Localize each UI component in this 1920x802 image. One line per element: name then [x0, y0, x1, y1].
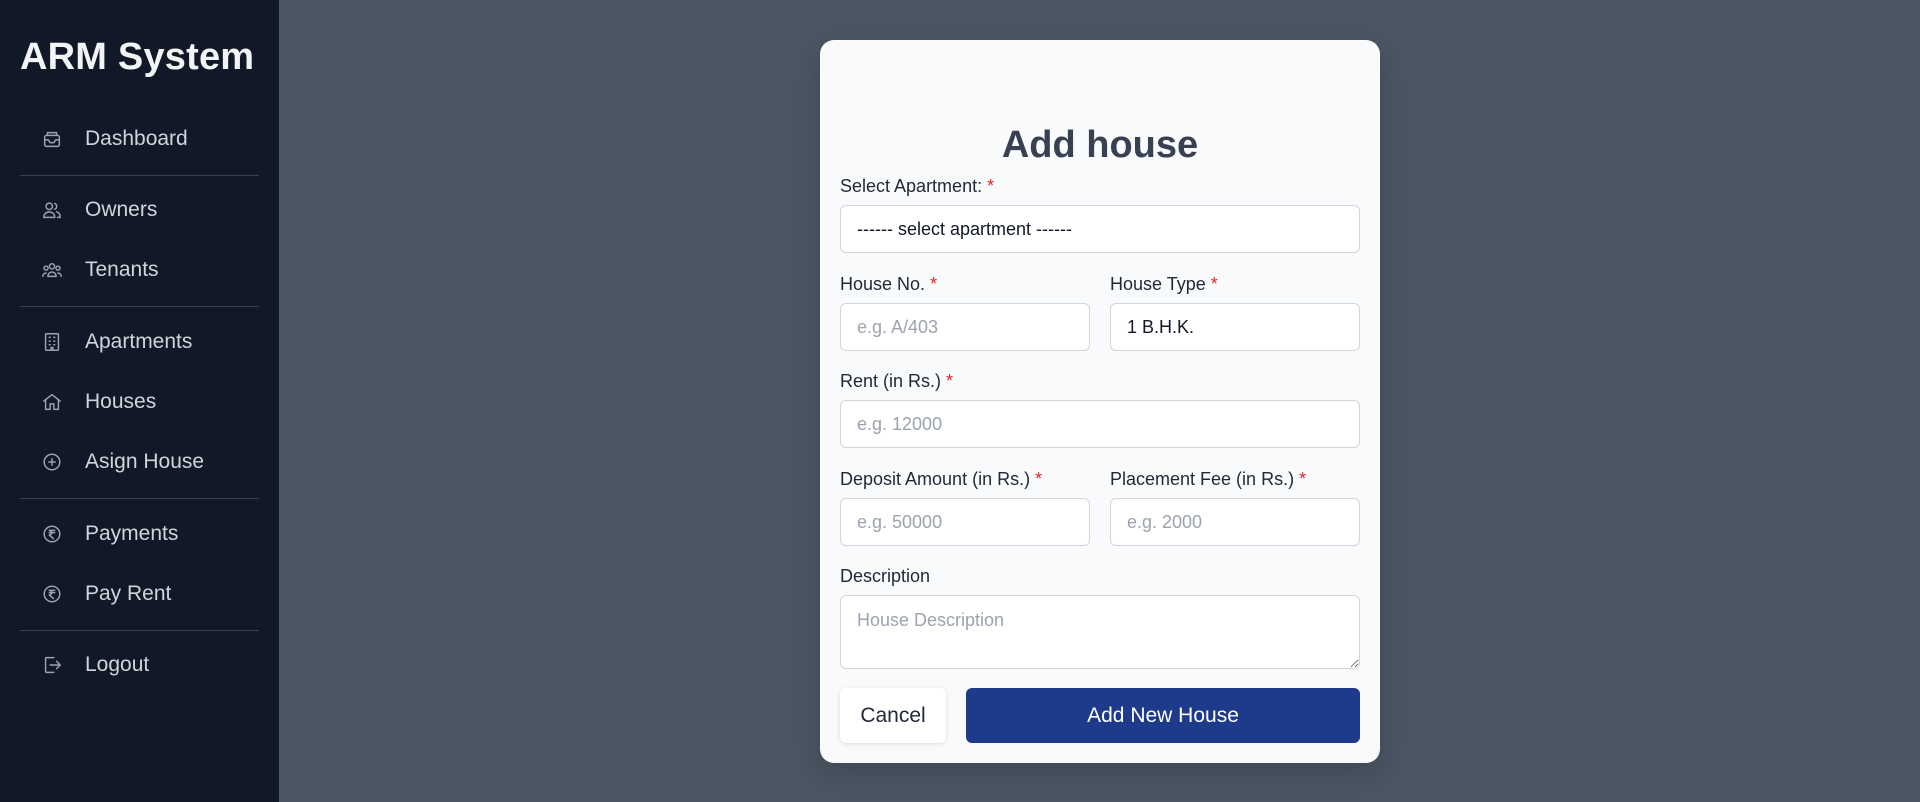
required-mark: * [946, 371, 954, 391]
required-mark: * [987, 176, 995, 196]
sidebar-item-label: Payments [85, 522, 179, 545]
sidebar-item-label: Asign House [85, 450, 205, 473]
nav-divider [20, 306, 259, 307]
add-new-house-button[interactable]: Add New House [966, 688, 1360, 743]
deposit-label: Deposit Amount (in Rs.) * [840, 469, 1043, 489]
description-label: Description [840, 566, 931, 586]
sidebar-item-dashboard[interactable]: Dashboard [20, 116, 259, 162]
sidebar-item-label: Dashboard [85, 127, 188, 150]
modal-title: Add house [1001, 124, 1199, 166]
sidebar-item-label: Owners [85, 198, 158, 221]
rupee-circle-icon [40, 522, 64, 546]
sidebar-item-pay-rent[interactable]: Pay Rent [20, 571, 259, 617]
sidebar-item-label: Apartments [85, 330, 193, 353]
sidebar-item-asign-house[interactable]: Asign House [20, 439, 259, 485]
description-textarea[interactable] [840, 595, 1360, 669]
user-group-icon [40, 258, 64, 282]
rupee-circle-icon [40, 582, 64, 606]
sidebar: ARM System Dashboard Owners Tenants Apar… [0, 0, 279, 802]
apartment-select-value: ------ select apartment ------ [857, 218, 1072, 239]
house-no-label: House No. * [840, 274, 938, 294]
required-mark: * [1299, 469, 1307, 489]
house-no-input[interactable] [840, 303, 1090, 351]
sidebar-item-label: Tenants [85, 258, 159, 281]
house-type-label: House Type * [1110, 274, 1218, 294]
placement-fee-input[interactable] [1110, 498, 1360, 546]
building-icon [40, 330, 64, 354]
deposit-input[interactable] [840, 498, 1090, 546]
sidebar-item-label: Houses [85, 390, 157, 413]
cancel-button[interactable]: Cancel [840, 688, 946, 743]
sidebar-item-owners[interactable]: Owners [20, 187, 259, 233]
plus-circle-icon [40, 450, 64, 474]
required-mark: * [1035, 469, 1043, 489]
add-house-modal: Add house Select Apartment: * ------ sel… [820, 40, 1380, 763]
sidebar-item-logout[interactable]: Logout [20, 642, 259, 688]
logout-icon [40, 653, 64, 677]
sidebar-item-houses[interactable]: Houses [20, 379, 259, 425]
sidebar-item-payments[interactable]: Payments [20, 511, 259, 557]
sidebar-item-label: Logout [85, 653, 150, 676]
nav-divider [20, 498, 259, 499]
sidebar-item-label: Pay Rent [85, 582, 172, 605]
rent-input[interactable] [840, 400, 1360, 448]
placement-fee-label: Placement Fee (in Rs.) * [1110, 469, 1307, 489]
nav-divider [20, 175, 259, 176]
required-mark: * [1210, 274, 1218, 294]
sidebar-item-apartments[interactable]: Apartments [20, 319, 259, 365]
apartment-select[interactable]: ------ select apartment ------ [840, 205, 1360, 253]
required-mark: * [930, 274, 938, 294]
inbox-icon [40, 127, 64, 151]
nav-divider [20, 630, 259, 631]
sidebar-item-tenants[interactable]: Tenants [20, 247, 259, 293]
brand-title: ARM System [20, 36, 255, 78]
rent-label: Rent (in Rs.) * [840, 371, 954, 391]
home-icon [40, 390, 64, 414]
apartment-label: Select Apartment: * [840, 176, 995, 196]
house-type-input[interactable] [1110, 303, 1360, 351]
users-icon [40, 198, 64, 222]
